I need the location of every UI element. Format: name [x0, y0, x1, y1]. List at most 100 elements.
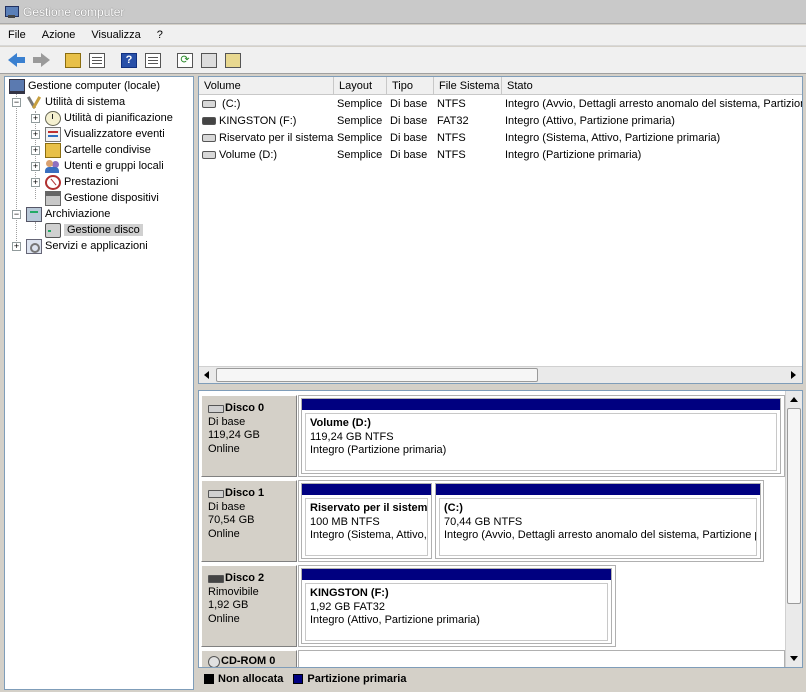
tree-item-services-apps[interactable]: + Servizi e applicazioni [12, 238, 148, 254]
partition-system-reserved[interactable]: Riservato per il sistema 100 MB NTFS Int… [301, 483, 432, 559]
partition-f[interactable]: KINGSTON (F:) 1,92 GB FAT32 Integro (Att… [301, 568, 612, 644]
tree-item-local-users[interactable]: + Utenti e gruppi locali [31, 158, 164, 174]
expand-icon[interactable]: + [31, 177, 40, 187]
menu-file[interactable]: File [0, 29, 34, 41]
partition-name: Volume (D:) [310, 417, 371, 429]
column-header-layout[interactable]: Layout [334, 77, 387, 95]
expand-icon[interactable]: + [31, 129, 40, 139]
users-icon [45, 159, 61, 174]
back-button[interactable] [6, 49, 28, 71]
properties-button[interactable] [198, 49, 220, 71]
vertical-scrollbar[interactable] [785, 391, 802, 667]
primary-partition-bar [302, 484, 431, 495]
toolbar-separator [54, 49, 60, 71]
legend-label: Partizione primaria [307, 673, 407, 685]
menu-azione[interactable]: Azione [34, 29, 84, 41]
storage-icon [26, 206, 42, 222]
table-row[interactable]: KINGSTON (F:) Semplice Di base FAT32 Int… [199, 112, 802, 129]
disk-2-label[interactable]: Disco 2 Rimovibile 1,92 GB Online [201, 565, 297, 647]
column-header-stato[interactable]: Stato [502, 77, 802, 95]
partition-status: Integro (Avvio, Dettagli arresto anomalo… [444, 529, 756, 541]
volume-list: Volume Layout Tipo File Sistema Stato (C… [198, 76, 803, 384]
computer-icon [9, 78, 25, 94]
scroll-down-icon[interactable] [786, 650, 802, 667]
tree-item-device-manager[interactable]: Gestione dispositivi [45, 190, 159, 206]
up-folder-button[interactable] [62, 49, 84, 71]
expand-icon[interactable]: + [12, 241, 21, 251]
table-row[interactable]: Volume (D:) Semplice Di base NTFS Integr… [199, 146, 802, 163]
help-button[interactable]: ? [118, 49, 140, 71]
table-row[interactable]: Riservato per il sistema Semplice Di bas… [199, 129, 802, 146]
hard-disk-icon [208, 404, 224, 413]
collapse-icon[interactable]: − [12, 97, 21, 107]
tree-label: Archiviazione [45, 208, 111, 220]
tree-root[interactable]: Gestione computer (locale) [9, 78, 160, 94]
column-header-file-system[interactable]: File Sistema [434, 77, 502, 95]
scroll-left-icon[interactable] [199, 367, 216, 383]
primary-partition-bar [302, 569, 611, 580]
cell-volume: KINGSTON (F:) [219, 114, 297, 127]
disk-name: Disco 1 [225, 487, 265, 499]
menu-visualizza[interactable]: Visualizza [83, 29, 148, 41]
cdrom-0-area [298, 650, 785, 667]
disk-status: Online [208, 527, 240, 540]
up-folder-icon [65, 52, 81, 68]
tree-label: Gestione disco [64, 224, 143, 236]
tree-item-task-scheduler[interactable]: + Utilità di pianificazione [31, 110, 173, 126]
partition-c[interactable]: (C:) 70,44 GB NTFS Integro (Avvio, Detta… [435, 483, 761, 559]
cell-fs: NTFS [437, 148, 466, 161]
tree-item-performance[interactable]: + Prestazioni [31, 174, 118, 190]
menu-help[interactable]: ? [149, 29, 171, 41]
collapse-icon[interactable]: − [12, 209, 21, 219]
primary-swatch [293, 674, 304, 684]
scroll-up-icon[interactable] [786, 391, 802, 408]
scroll-right-icon[interactable] [785, 367, 802, 383]
cd-rom-icon [208, 655, 220, 667]
disk-management-icon [45, 222, 61, 238]
scroll-thumb[interactable] [216, 368, 538, 382]
disk-2-area: KINGSTON (F:) 1,92 GB FAT32 Integro (Att… [298, 565, 616, 647]
action-pane-button[interactable] [142, 49, 164, 71]
column-header-tipo[interactable]: Tipo [387, 77, 434, 95]
forward-button[interactable] [30, 49, 52, 71]
tools-icon [26, 95, 42, 110]
legend-unallocated: Non allocata [204, 673, 283, 685]
disk-0-label[interactable]: Disco 0 Di base 119,24 GB Online [201, 395, 297, 477]
tree-item-storage[interactable]: − Archiviazione [12, 206, 110, 222]
tree-item-disk-management[interactable]: Gestione disco [45, 222, 143, 238]
cell-fs: NTFS [437, 97, 466, 110]
legend: Non allocata Partizione primaria [198, 670, 803, 688]
cell-layout: Semplice [337, 97, 383, 110]
cell-volume: Volume (D:) [219, 148, 278, 161]
services-icon [26, 238, 42, 254]
show-hide-tree-button[interactable] [86, 49, 108, 71]
expand-icon[interactable]: + [31, 113, 40, 123]
toolbar: ? ⟳ [0, 47, 806, 74]
tree-item-system-tools[interactable]: − Utilità di sistema [12, 94, 125, 110]
table-row[interactable]: (C:) Semplice Di base NTFS Integro (Avvi… [199, 95, 802, 112]
disk-1-label[interactable]: Disco 1 Di base 70,54 GB Online [201, 480, 297, 562]
column-header-volume[interactable]: Volume [199, 77, 334, 95]
expand-icon[interactable]: + [31, 145, 40, 155]
tree-item-event-viewer[interactable]: + Visualizzatore eventi [31, 126, 165, 142]
disk-0-area: Volume (D:) 119,24 GB NTFS Integro (Part… [298, 395, 785, 477]
title-bar[interactable]: Gestione computer [0, 0, 806, 24]
cell-tipo: Di base [390, 148, 428, 161]
console-tree: Gestione computer (locale) − Utilità di … [4, 76, 194, 690]
window-title: Gestione computer [23, 4, 125, 19]
tree-item-shared-folders[interactable]: + Cartelle condivise [31, 142, 151, 158]
partition-d[interactable]: Volume (D:) 119,24 GB NTFS Integro (Part… [301, 398, 781, 474]
partition-status: Integro (Sistema, Attivo, Partizione pri… [310, 529, 427, 541]
refresh-button[interactable]: ⟳ [174, 49, 196, 71]
horizontal-scrollbar[interactable] [199, 366, 802, 383]
tree-label: Visualizzatore eventi [64, 128, 165, 140]
disk-name: Disco 0 [225, 402, 265, 414]
scroll-thumb[interactable] [787, 408, 801, 604]
cdrom-0-label[interactable]: CD-ROM 0 [201, 650, 297, 667]
settings-button[interactable] [222, 49, 244, 71]
cell-stato: Integro (Sistema, Attivo, Partizione pri… [505, 131, 721, 144]
properties-icon [201, 52, 217, 68]
cell-stato: Integro (Attivo, Partizione primaria) [505, 114, 675, 127]
disk-type: Di base [208, 500, 246, 513]
expand-icon[interactable]: + [31, 161, 40, 171]
